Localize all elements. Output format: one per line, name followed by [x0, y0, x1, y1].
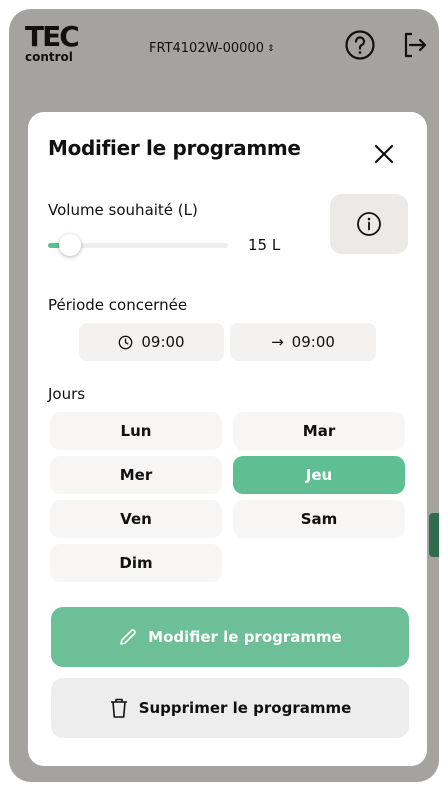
- background-tab: [429, 513, 439, 557]
- close-icon[interactable]: [370, 140, 398, 168]
- start-time-button[interactable]: 09:00: [79, 323, 224, 361]
- modal-title: Modifier le programme: [48, 136, 301, 160]
- volume-label: Volume souhaité (L): [48, 201, 198, 219]
- app-header: TEC control FRT4102W-00000 ⇕: [9, 9, 439, 79]
- day-button-dim[interactable]: Dim: [50, 544, 222, 582]
- day-button-lun[interactable]: Lun: [50, 412, 222, 450]
- logout-icon[interactable]: [401, 31, 429, 63]
- help-icon[interactable]: [344, 29, 376, 65]
- pencil-icon: [118, 627, 138, 647]
- info-button[interactable]: [330, 194, 408, 254]
- start-time-value: 09:00: [141, 333, 185, 351]
- trash-icon: [109, 697, 129, 719]
- day-button-mer[interactable]: Mer: [50, 456, 222, 494]
- volume-value: 15 L: [248, 236, 281, 254]
- delete-program-button[interactable]: Supprimer le programme: [51, 678, 409, 738]
- edit-program-modal: Modifier le programme Volume souhaité (L…: [28, 112, 427, 766]
- delete-program-label: Supprimer le programme: [138, 699, 352, 717]
- period-label: Période concernée: [48, 296, 188, 314]
- chevron-updown-icon: ⇕: [266, 44, 275, 54]
- modify-program-label: Modifier le programme: [148, 628, 342, 646]
- day-button-ven[interactable]: Ven: [50, 500, 222, 538]
- end-time-value: 09:00: [291, 333, 335, 351]
- device-name: FRT4102W-00000: [149, 41, 264, 56]
- arrow-right-icon: →: [271, 333, 284, 351]
- device-selector[interactable]: FRT4102W-00000 ⇕: [149, 41, 275, 56]
- tec-control-logo: TEC control: [25, 20, 80, 64]
- logo-subtext: control: [25, 50, 73, 64]
- days-label: Jours: [48, 385, 86, 403]
- volume-slider[interactable]: [48, 234, 228, 256]
- day-button-jeu[interactable]: Jeu: [233, 456, 405, 494]
- end-time-button[interactable]: → 09:00: [230, 323, 376, 361]
- day-button-mar[interactable]: Mar: [233, 412, 405, 450]
- logo-text: TEC: [25, 20, 80, 53]
- volume-slider-thumb[interactable]: [58, 234, 81, 256]
- info-icon: [357, 212, 381, 236]
- day-button-sam[interactable]: Sam: [233, 500, 405, 538]
- clock-icon: [118, 335, 133, 350]
- modify-program-button[interactable]: Modifier le programme: [51, 607, 409, 667]
